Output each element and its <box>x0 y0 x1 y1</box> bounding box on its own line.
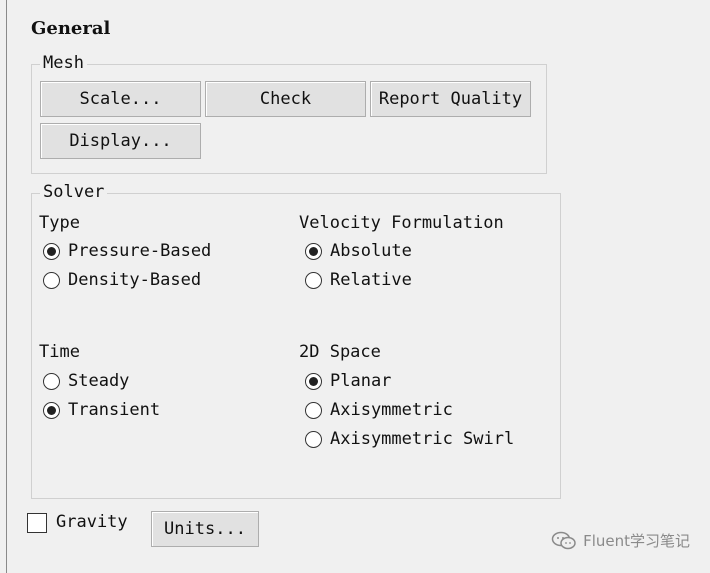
type-label: Type <box>39 213 80 233</box>
panel-title: General <box>31 18 111 39</box>
radio-label: Axisymmetric <box>330 400 453 420</box>
radio-pressure-based[interactable]: Pressure-Based <box>43 240 211 262</box>
time-label: Time <box>39 342 80 362</box>
velocity-formulation-label: Velocity Formulation <box>299 213 504 233</box>
radio-unchecked-icon[interactable] <box>305 271 322 289</box>
units-button[interactable]: Units... <box>151 511 259 547</box>
radio-label: Transient <box>68 400 161 420</box>
report-quality-button[interactable]: Report Quality <box>370 81 531 117</box>
radio-steady[interactable]: Steady <box>43 370 129 392</box>
general-panel: General Mesh Scale... Check Report Quali… <box>6 0 710 573</box>
watermark-text: Fluent学习笔记 <box>583 532 690 550</box>
radio-label: Relative <box>330 270 412 290</box>
radio-label: Pressure-Based <box>68 241 212 261</box>
radio-checked-icon[interactable] <box>43 242 60 260</box>
radio-label: Axisymmetric Swirl <box>330 429 515 449</box>
radio-axisymmetric[interactable]: Axisymmetric <box>305 399 453 421</box>
radio-label: Steady <box>68 371 130 391</box>
solver-group: Solver <box>31 182 561 499</box>
radio-unchecked-icon[interactable] <box>305 401 322 419</box>
radio-unchecked-icon[interactable] <box>305 430 322 448</box>
radio-planar[interactable]: Planar <box>305 370 391 392</box>
space-2d-label: 2D Space <box>299 342 381 362</box>
radio-unchecked-icon[interactable] <box>43 271 60 289</box>
display-button[interactable]: Display... <box>40 123 201 159</box>
check-button[interactable]: Check <box>205 81 366 117</box>
radio-checked-icon[interactable] <box>305 242 322 260</box>
radio-label: Planar <box>330 371 392 391</box>
radio-unchecked-icon[interactable] <box>43 372 60 390</box>
radio-checked-icon[interactable] <box>305 372 322 390</box>
radio-absolute[interactable]: Absolute <box>305 240 412 262</box>
gravity-checkbox[interactable] <box>27 513 47 533</box>
gravity-label: Gravity <box>56 512 128 532</box>
scale-button[interactable]: Scale... <box>40 81 201 117</box>
radio-relative[interactable]: Relative <box>305 269 412 291</box>
radio-label: Absolute <box>330 241 412 261</box>
radio-transient[interactable]: Transient <box>43 399 160 421</box>
solver-group-legend: Solver <box>40 182 108 202</box>
radio-label: Density-Based <box>68 270 202 290</box>
mesh-group-legend: Mesh <box>40 53 87 73</box>
radio-density-based[interactable]: Density-Based <box>43 269 201 291</box>
radio-checked-icon[interactable] <box>43 401 60 419</box>
wechat-icon <box>551 531 576 549</box>
watermark: Fluent学习笔记 <box>551 530 690 551</box>
radio-axisymmetric-swirl[interactable]: Axisymmetric Swirl <box>305 428 514 450</box>
